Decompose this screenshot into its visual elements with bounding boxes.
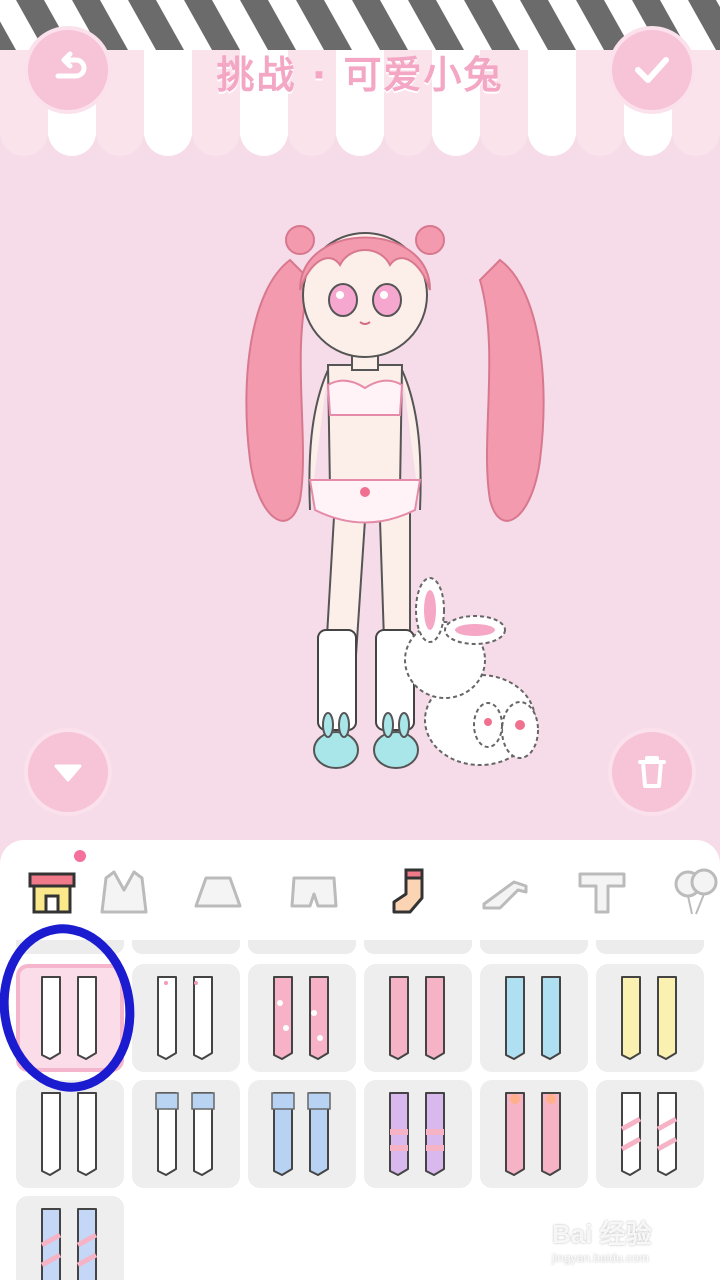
confirm-button[interactable] <box>608 26 696 114</box>
sock-icon <box>157 976 213 1060</box>
sock-item[interactable] <box>596 1080 704 1188</box>
sock-icon <box>40 1208 98 1280</box>
tab-socks[interactable] <box>380 862 440 922</box>
sock-item[interactable] <box>16 1080 124 1188</box>
tshirt-icon <box>578 872 626 914</box>
tab-jacket[interactable] <box>94 862 154 922</box>
tab-top[interactable] <box>572 862 632 922</box>
category-tabs <box>0 840 720 940</box>
triangle-down-icon <box>54 764 82 782</box>
sock-icon <box>620 1092 678 1176</box>
watermark-logo: Bai 经验 <box>552 1219 652 1249</box>
jacket-icon <box>100 870 148 914</box>
sock-icon <box>41 1092 97 1176</box>
sock-icon <box>389 1092 445 1176</box>
sock-item[interactable] <box>480 1080 588 1188</box>
sock-icon <box>505 1092 561 1176</box>
watermark: Bai 经验 jingyan.baidu.com <box>552 1214 712 1265</box>
sock-icon <box>389 976 445 1060</box>
tab-shoes[interactable] <box>476 862 536 922</box>
sock-icon <box>273 976 329 1060</box>
back-button[interactable] <box>24 26 112 114</box>
sock-item[interactable] <box>596 964 704 1072</box>
checkmark-icon <box>635 57 669 83</box>
tab-accessory[interactable] <box>666 862 720 922</box>
sock-item[interactable] <box>480 964 588 1072</box>
sock-item[interactable] <box>364 1080 472 1188</box>
collapse-button[interactable] <box>24 728 112 816</box>
sock-item[interactable] <box>364 964 472 1072</box>
tab-skirt[interactable] <box>188 862 248 922</box>
sock-item[interactable] <box>248 964 356 1072</box>
sock-icon <box>621 976 677 1060</box>
sock-icon <box>392 868 424 914</box>
trash-button[interactable] <box>608 728 696 816</box>
sock-item[interactable] <box>16 1196 124 1280</box>
back-arrow-icon <box>55 51 87 79</box>
doll-character <box>245 225 545 769</box>
shop-icon <box>28 872 76 914</box>
dressup-stage <box>0 160 720 840</box>
new-notification-dot <box>74 850 86 862</box>
tab-shorts[interactable] <box>284 862 344 922</box>
sock-item[interactable] <box>132 964 240 1072</box>
sock-icon <box>155 1092 215 1176</box>
shorts-icon <box>290 876 338 908</box>
balloon-icon <box>674 868 718 915</box>
sock-item[interactable] <box>248 1080 356 1188</box>
trash-icon <box>638 756 666 788</box>
sock-item[interactable] <box>132 1080 240 1188</box>
sock-icon <box>271 1092 331 1176</box>
watermark-url: jingyan.baidu.com <box>552 1251 649 1265</box>
high-heel-icon <box>482 880 528 910</box>
tab-shop[interactable] <box>22 862 82 922</box>
skirt-icon <box>194 876 242 908</box>
sock-icon <box>505 976 561 1060</box>
